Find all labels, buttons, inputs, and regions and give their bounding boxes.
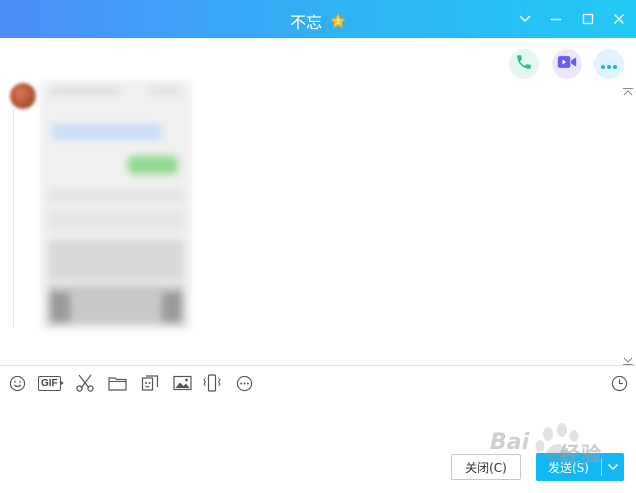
title-bar[interactable]: 不忘 2 xyxy=(0,0,636,38)
phone-icon xyxy=(515,53,533,75)
gif-icon[interactable]: GIF xyxy=(38,373,64,393)
chevron-down-icon[interactable] xyxy=(514,8,536,30)
sticker-icon[interactable] xyxy=(140,373,160,393)
vip-star-badge-icon: 2 xyxy=(330,13,346,29)
video-call-button[interactable] xyxy=(552,49,582,79)
folder-icon[interactable] xyxy=(107,373,127,393)
window-title-group: 不忘 2 xyxy=(0,9,636,33)
avatar[interactable] xyxy=(10,83,36,109)
gif-label: GIF xyxy=(38,375,61,391)
message-image[interactable] xyxy=(40,80,192,330)
screenshot-scissors-icon[interactable] xyxy=(74,373,96,393)
voice-call-button[interactable] xyxy=(509,49,539,79)
window-title: 不忘 xyxy=(289,13,322,32)
watermark-brand: Bai xyxy=(490,430,530,455)
close-icon[interactable] xyxy=(608,8,630,30)
more-options-button[interactable] xyxy=(594,49,624,79)
close-button[interactable]: 关闭(C) xyxy=(451,454,521,480)
maximize-icon[interactable] xyxy=(577,8,599,30)
svg-text:2: 2 xyxy=(336,19,340,26)
minimize-icon[interactable] xyxy=(545,8,567,30)
message-divider-line xyxy=(13,110,14,328)
watermark-text: 经验 xyxy=(560,442,602,466)
message-input[interactable] xyxy=(8,400,628,446)
more-circle-icon[interactable] xyxy=(234,373,254,393)
input-divider xyxy=(0,365,636,366)
history-clock-icon[interactable] xyxy=(609,373,629,393)
send-options-chevron-down-icon[interactable] xyxy=(602,453,624,481)
scroll-up-icon[interactable] xyxy=(622,82,634,96)
video-icon xyxy=(557,54,577,74)
scroll-down-icon[interactable] xyxy=(622,351,634,365)
shake-icon[interactable] xyxy=(202,373,222,393)
emoji-icon[interactable] xyxy=(7,373,27,393)
image-icon[interactable] xyxy=(172,373,192,393)
more-icon xyxy=(600,55,618,74)
